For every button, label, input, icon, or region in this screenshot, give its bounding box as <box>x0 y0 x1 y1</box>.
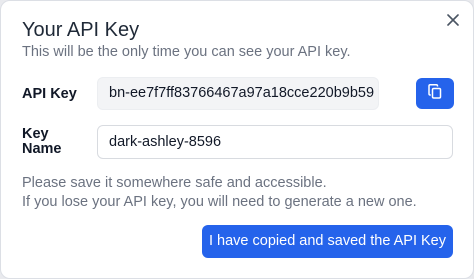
copy-icon <box>428 83 442 104</box>
dialog-title: Your API Key <box>22 19 140 41</box>
key-name-label: Key Name <box>22 126 62 157</box>
copy-api-key-button[interactable] <box>416 78 454 109</box>
save-note-line-1: Please save it somewhere safe and access… <box>22 175 327 191</box>
close-button[interactable] <box>442 11 464 33</box>
confirm-saved-button[interactable]: I have copied and saved the API Key <box>202 225 453 258</box>
dialog-subtitle: This will be the only time you can see y… <box>22 44 351 60</box>
api-key-dialog: Your API Key This will be the only time … <box>0 0 474 279</box>
api-key-label: API Key <box>22 86 77 102</box>
close-icon <box>447 13 459 31</box>
api-key-field[interactable]: bn-ee7f7ff83766467a97a18cce220b9b59 <box>97 77 379 110</box>
key-name-field[interactable]: dark-ashley-8596 <box>97 125 453 159</box>
save-note-line-2: If you lose your API key, you will need … <box>22 194 417 210</box>
